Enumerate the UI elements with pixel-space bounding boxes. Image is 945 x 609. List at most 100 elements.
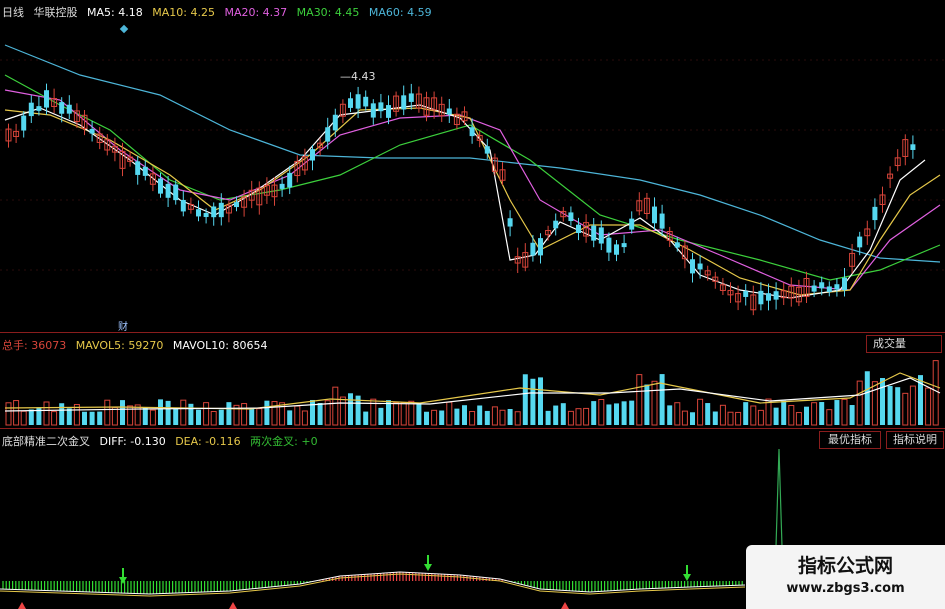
red-arrow-icon <box>229 602 237 609</box>
volume-bar-down <box>348 393 353 425</box>
volume-bar-up <box>727 411 734 426</box>
volume-bar-down <box>89 411 95 425</box>
candle-down <box>819 282 825 289</box>
price-panel[interactable]: 日线 华联控股 MA5: 4.18 MA10: 4.25 MA20: 4.37 … <box>0 0 945 333</box>
volume-bar-up <box>757 409 764 426</box>
volume-bar-up <box>583 407 590 426</box>
volume-bar-down <box>507 409 513 425</box>
volume-bar-down <box>59 403 65 425</box>
candle-down <box>355 94 361 109</box>
red-arrow-icon <box>18 602 26 609</box>
volume-bar-down <box>218 409 224 425</box>
volume-bar-down <box>416 403 422 425</box>
volume-bar-down <box>264 400 270 425</box>
volume-bar-down <box>629 400 635 425</box>
indicator-legend: 底部精准二次金叉 DIFF: -0.130 DEA: -0.116 两次金叉: … <box>2 433 324 449</box>
volume-bar-down <box>97 411 103 425</box>
volume-bar-up <box>567 410 574 426</box>
volume-bar-up <box>856 380 863 426</box>
candle-down <box>28 102 34 117</box>
volume-bar-up <box>674 402 681 426</box>
candle-down <box>211 206 217 218</box>
volume-bar-down <box>834 400 840 425</box>
candle-down <box>910 144 916 150</box>
volume-bar-up <box>111 406 118 426</box>
indicator-name: 底部精准二次金叉 <box>2 435 90 448</box>
volume-bar-up <box>134 404 141 426</box>
volume-bar-down <box>880 378 885 425</box>
candle-down <box>857 236 863 248</box>
ma5-readout: MA5: 4.18 <box>87 6 143 19</box>
candle-down <box>66 104 72 114</box>
volume-bar-up <box>431 409 438 426</box>
ma10-readout: MA10: 4.25 <box>152 6 215 19</box>
volume-bar-up <box>788 404 795 426</box>
mavol10-line <box>4 377 941 412</box>
volume-bar-down <box>712 411 718 425</box>
volume-bar-down <box>363 411 369 425</box>
volume-bar-down <box>310 399 315 425</box>
volume-bar-down <box>66 408 72 425</box>
volume-bar-up <box>210 411 217 426</box>
volume-bar-down <box>196 409 201 425</box>
ma30-readout: MA30: 4.45 <box>296 6 360 19</box>
volume-bar-down <box>545 410 551 425</box>
volume-legend: 总手: 36073 MAVOL5: 59270 MAVOL10: 80654 <box>2 337 274 353</box>
volume-bar-down <box>484 410 490 425</box>
candle-down <box>758 290 764 305</box>
volume-bar-up <box>241 403 248 426</box>
volume-bar-down <box>120 400 125 425</box>
volume-bar-down <box>621 401 627 425</box>
diff-readout: DIFF: -0.130 <box>99 435 166 448</box>
volume-bar-down <box>553 405 559 425</box>
finance-event-icon[interactable]: 财 <box>118 318 128 333</box>
candle-down <box>469 127 475 137</box>
volume-bar-down <box>462 405 467 425</box>
volume-bar-up <box>20 410 27 426</box>
candle-down <box>142 166 148 176</box>
candle-down <box>598 227 604 244</box>
price-legend: 日线 华联控股 MA5: 4.18 MA10: 4.25 MA20: 4.37 … <box>2 4 438 20</box>
high-price-marker: —4.43 <box>340 70 376 83</box>
candle-down <box>36 106 42 111</box>
volume-bar-up <box>514 411 521 426</box>
candle-down <box>386 105 391 118</box>
candle-down <box>279 183 285 189</box>
volume-bar-up <box>446 401 453 426</box>
volume-bar-down <box>454 408 460 425</box>
volume-bar-down <box>424 411 429 425</box>
volume-panel[interactable]: 总手: 36073 MAVOL5: 59270 MAVOL10: 80654 成… <box>0 333 945 428</box>
volume-bar-down <box>142 407 148 425</box>
candle-down <box>690 259 695 274</box>
candle-down <box>218 202 224 218</box>
volume-bar-down <box>560 403 566 425</box>
volume-bar-up <box>491 406 498 426</box>
indicator-help-button[interactable]: 指标说明 <box>886 431 944 449</box>
volume-bar-up <box>469 410 476 426</box>
stock-name: 华联控股 <box>33 6 78 19</box>
green-arrow-icon <box>424 564 432 571</box>
indicator-select-dropdown[interactable]: 成交量 ▼ <box>866 335 942 353</box>
volume-bar-up <box>575 408 582 426</box>
period-label[interactable]: 日线 <box>2 6 24 19</box>
volume-bar-down <box>439 410 445 425</box>
candle-down <box>697 263 703 270</box>
volume-bar-down <box>249 408 255 425</box>
volume-bar-down <box>743 402 749 425</box>
candle-down <box>325 127 331 142</box>
candle-down <box>621 243 627 248</box>
volume-bar-up <box>13 400 20 426</box>
candle-down <box>538 238 543 256</box>
volume-bar-up <box>203 402 210 426</box>
candle-down <box>576 224 581 234</box>
candlestick-chart[interactable] <box>0 0 945 332</box>
volume-bar-up <box>841 398 848 426</box>
volume-bar-down <box>659 374 665 425</box>
best-indicator-button[interactable]: 最优指标 <box>819 431 881 449</box>
volume-bar-up <box>149 409 156 426</box>
cross-readout: 两次金叉: +0 <box>250 435 318 448</box>
volume-bar-up <box>271 401 278 426</box>
candle-down <box>446 108 452 115</box>
volume-bar-up <box>651 380 658 426</box>
candle-down <box>834 284 840 290</box>
